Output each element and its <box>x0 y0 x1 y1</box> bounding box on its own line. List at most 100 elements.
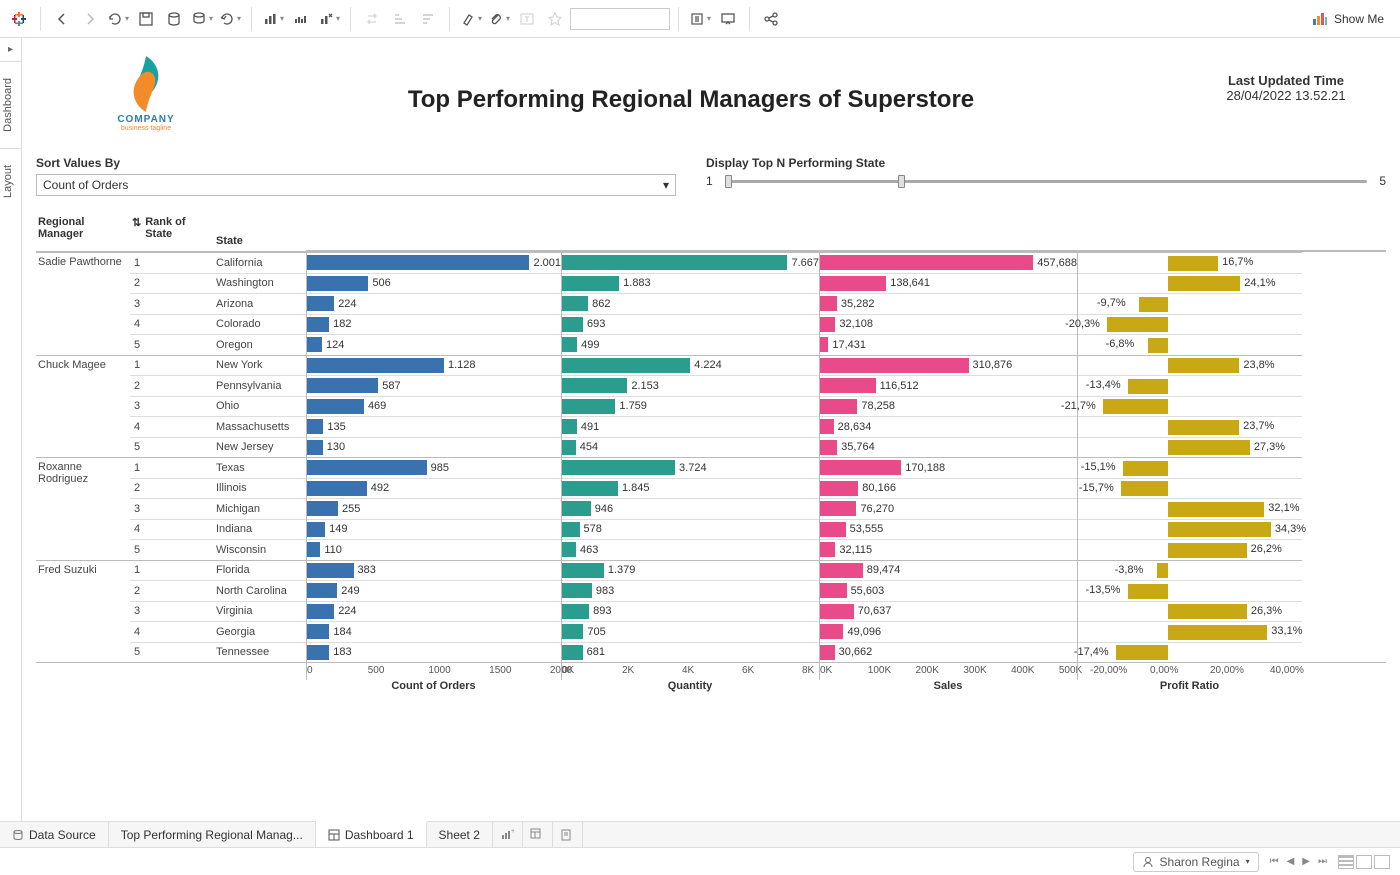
new-story-button[interactable] <box>553 822 583 847</box>
bar-profit[interactable] <box>1148 338 1168 353</box>
bar-qty[interactable] <box>562 460 675 475</box>
bar-sales[interactable] <box>820 624 843 639</box>
bar-sales[interactable] <box>820 604 854 619</box>
bar-orders[interactable] <box>307 358 444 373</box>
bar-orders[interactable] <box>307 296 334 311</box>
bar-sales[interactable] <box>820 460 901 475</box>
bar-qty[interactable] <box>562 378 627 393</box>
bar-sales[interactable] <box>820 501 856 516</box>
bar-qty[interactable] <box>562 419 577 434</box>
nav-prev-icon[interactable]: ◀ <box>1284 854 1298 869</box>
bar-profit[interactable] <box>1103 399 1168 414</box>
view-grid-icon[interactable] <box>1374 855 1390 869</box>
bar-qty[interactable] <box>562 317 583 332</box>
clear-sheet-icon[interactable] <box>316 6 342 32</box>
bar-sales[interactable] <box>820 399 857 414</box>
bar-sales[interactable] <box>820 337 828 352</box>
bar-orders[interactable] <box>307 645 329 660</box>
bar-orders[interactable] <box>307 563 354 578</box>
highlight-icon[interactable] <box>458 6 484 32</box>
tableau-logo-icon[interactable] <box>6 6 32 32</box>
bar-qty[interactable] <box>562 501 591 516</box>
new-dashboard-button[interactable] <box>523 822 553 847</box>
new-datasource-icon[interactable] <box>161 6 187 32</box>
rail-tab-layout[interactable]: Layout <box>0 148 21 214</box>
topn-slider[interactable] <box>725 180 1368 183</box>
bar-qty[interactable] <box>562 624 583 639</box>
new-worksheet-icon[interactable] <box>260 6 286 32</box>
autosave-icon[interactable] <box>189 6 215 32</box>
bar-profit[interactable] <box>1157 563 1168 578</box>
bar-qty[interactable] <box>562 399 615 414</box>
view-tabs-icon[interactable] <box>1338 855 1354 869</box>
bar-profit[interactable] <box>1168 256 1218 271</box>
bar-orders[interactable] <box>307 419 323 434</box>
bar-sales[interactable] <box>820 419 834 434</box>
text-icon[interactable] <box>514 6 540 32</box>
presentation-icon[interactable] <box>715 6 741 32</box>
bar-profit[interactable] <box>1168 543 1247 558</box>
bar-sales[interactable] <box>820 317 835 332</box>
bar-profit[interactable] <box>1116 645 1168 660</box>
refresh-icon[interactable] <box>217 6 243 32</box>
bar-qty[interactable] <box>562 296 588 311</box>
bar-orders[interactable] <box>307 624 329 639</box>
user-menu[interactable]: Sharon Regina ▾ <box>1133 852 1259 872</box>
bar-qty[interactable] <box>562 337 577 352</box>
bar-orders[interactable] <box>307 440 323 455</box>
bar-qty[interactable] <box>562 481 618 496</box>
bar-sales[interactable] <box>820 358 969 373</box>
bar-orders[interactable] <box>307 255 529 270</box>
tab-dashboard-1[interactable]: Dashboard 1 <box>316 821 427 847</box>
undo-icon[interactable] <box>105 6 131 32</box>
bar-profit[interactable] <box>1168 358 1239 373</box>
bar-sales[interactable] <box>820 296 837 311</box>
bar-profit[interactable] <box>1168 625 1267 640</box>
col-header-rank[interactable]: ⇅ Rank of State <box>130 212 212 251</box>
bar-sales[interactable] <box>820 276 886 291</box>
sort-desc-icon[interactable] <box>415 6 441 32</box>
swap-icon[interactable] <box>359 6 385 32</box>
bar-orders[interactable] <box>307 583 337 598</box>
bar-qty[interactable] <box>562 583 592 598</box>
save-icon[interactable] <box>133 6 159 32</box>
bar-orders[interactable] <box>307 337 322 352</box>
star-icon[interactable] <box>542 6 568 32</box>
forward-icon[interactable] <box>77 6 103 32</box>
bar-sales[interactable] <box>820 583 847 598</box>
bar-qty[interactable] <box>562 542 576 557</box>
bar-profit[interactable] <box>1168 276 1240 291</box>
slider-thumb-right[interactable] <box>898 175 905 188</box>
bar-qty[interactable] <box>562 276 619 291</box>
bar-profit[interactable] <box>1107 317 1168 332</box>
expand-rail-icon[interactable]: ▸ <box>2 38 19 61</box>
rail-tab-dashboard[interactable]: Dashboard <box>0 61 21 148</box>
bar-profit[interactable] <box>1168 502 1264 517</box>
view-filmstrip-icon[interactable] <box>1356 855 1372 869</box>
bar-qty[interactable] <box>562 255 787 270</box>
nav-next-icon[interactable]: ▶ <box>1299 854 1313 869</box>
bar-qty[interactable] <box>562 358 690 373</box>
bar-sales[interactable] <box>820 522 846 537</box>
bar-sales[interactable] <box>820 378 876 393</box>
show-me-button[interactable]: Show Me <box>1302 7 1394 31</box>
bar-sales[interactable] <box>820 255 1033 270</box>
tab-sheet-managers[interactable]: Top Performing Regional Manag... <box>109 822 316 847</box>
bar-orders[interactable] <box>307 317 329 332</box>
fit-icon[interactable] <box>687 6 713 32</box>
bar-orders[interactable] <box>307 481 367 496</box>
bar-orders[interactable] <box>307 604 334 619</box>
bar-qty[interactable] <box>562 604 589 619</box>
bar-qty[interactable] <box>562 522 580 537</box>
attach-icon[interactable] <box>486 6 512 32</box>
bar-profit[interactable] <box>1128 584 1169 599</box>
bar-orders[interactable] <box>307 501 338 516</box>
bar-profit[interactable] <box>1128 379 1168 394</box>
bar-qty[interactable] <box>562 563 604 578</box>
sort-by-select[interactable]: Count of Orders ▾ <box>36 174 676 196</box>
bar-profit[interactable] <box>1168 522 1271 537</box>
bar-orders[interactable] <box>307 276 368 291</box>
bar-orders[interactable] <box>307 460 427 475</box>
bar-profit[interactable] <box>1123 461 1168 476</box>
toolbar-search-input[interactable] <box>570 8 670 30</box>
